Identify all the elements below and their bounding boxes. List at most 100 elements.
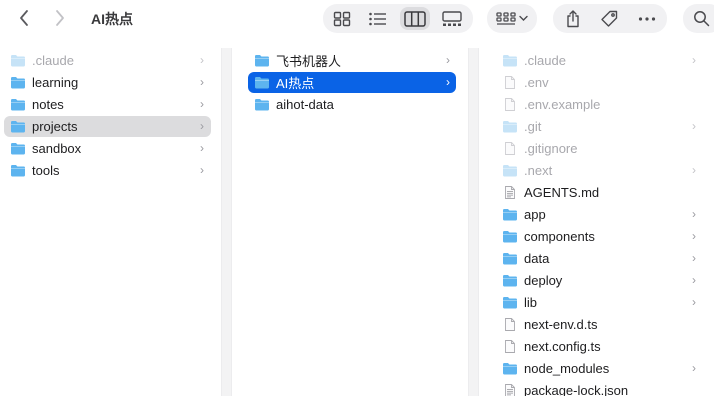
chevron-right-icon: › [692,251,696,265]
forward-button[interactable] [48,7,72,29]
list-item-next-config-ts[interactable]: next.config.ts [496,336,708,357]
list-item-label: .claude [524,53,566,68]
gallery-view-button[interactable] [437,7,467,30]
file-icon [502,318,518,331]
list-item-label: node_modules [524,361,610,376]
list-item-label: .env [524,75,549,90]
list-item-data[interactable]: data › [496,248,708,269]
folder-icon [502,296,518,309]
file-icon [502,142,518,155]
folder-icon [502,120,518,133]
list-item-label: projects [32,119,78,134]
grid-icon [333,11,351,26]
list-item-label: .env.example [524,97,601,112]
list-item-learning[interactable]: learning › [4,72,211,93]
list-view-button[interactable] [363,7,393,30]
columns-icon [404,10,426,27]
folder-icon [502,252,518,265]
list-item-lib[interactable]: lib › [496,292,708,313]
chevron-right-icon: › [200,97,204,111]
folder-icon [10,76,26,89]
folder-icon [10,54,26,67]
list-item-label: 飞书机器人 [276,54,342,69]
list-item-label: AI热点 [276,76,315,91]
folder-icon [502,230,518,243]
action-group [553,4,667,33]
group-by-button[interactable] [487,4,537,33]
list-item-env[interactable]: .env [496,72,708,93]
list-item-label: components [524,229,595,244]
view-mode-group [323,4,473,33]
tag-icon [601,10,618,27]
list-item-ai热点[interactable]: AI热点 › [248,72,456,93]
share-button[interactable] [561,7,585,30]
list-item-projects[interactable]: projects › [4,116,211,137]
tags-button[interactable] [597,7,621,30]
list-item-label: package-lock.json [524,383,629,396]
folder-icon [502,208,518,221]
search-icon [694,11,710,27]
chevron-right-icon [56,10,64,26]
folder-icon [254,98,270,111]
chevron-right-icon: › [692,207,696,221]
chevron-down-icon [519,15,528,21]
column-2: 飞书机器人 › AI热点 › aihot-data [244,38,460,396]
chevron-right-icon: › [692,273,696,287]
list-item-label: learning [32,75,79,90]
column-divider[interactable] [468,48,479,396]
list-item-label: .git [524,119,542,134]
list-item-sandbox[interactable]: sandbox › [4,138,211,159]
folder-icon [254,76,270,89]
list-item-label: aihot-data [276,97,334,112]
chevron-right-icon: › [692,229,696,243]
chevron-right-icon: › [200,119,204,133]
chevron-right-icon: › [200,75,204,89]
list-item-env-example[interactable]: .env.example [496,94,708,115]
window-title: AI热点 [91,11,133,27]
list-item-tools[interactable]: tools › [4,160,211,181]
list-item-next-env-d-ts[interactable]: next-env.d.ts [496,314,708,335]
group-icon [496,11,516,25]
list-item-package-lock-json[interactable]: package-lock.json [496,380,708,396]
list-item-notes[interactable]: notes › [4,94,211,115]
ellipsis-icon [638,16,656,21]
folder-icon [502,164,518,177]
more-button[interactable] [635,7,659,30]
list-item-label: tools [32,163,60,178]
chevron-right-icon: › [692,119,696,133]
icon-view-button[interactable] [327,7,357,30]
chevron-right-icon: › [692,295,696,309]
search-button[interactable] [683,4,714,33]
list-item-claude[interactable]: .claude › [4,50,211,71]
toolbar: AI热点 [0,0,714,38]
folder-icon [10,120,26,133]
file-icon [502,76,518,89]
list-item-agents-md[interactable]: AGENTS.md [496,182,708,203]
folder-icon [254,54,270,67]
list-item-label: sandbox [32,141,82,156]
list-item-components[interactable]: components › [496,226,708,247]
list-item-label: deploy [524,273,563,288]
list-item-label: notes [32,97,64,112]
column-view-button[interactable] [400,7,430,30]
list-item-label: AGENTS.md [524,185,600,200]
list-item-node-modules[interactable]: node_modules › [496,358,708,379]
list-item-claude[interactable]: .claude › [496,50,708,71]
list-item-app[interactable]: app › [496,204,708,225]
list-item-label: data [524,251,550,266]
column-divider[interactable] [221,48,232,396]
list-item-gitignore[interactable]: .gitignore [496,138,708,159]
column-1: .claude › learning › notes › projects › sandbox ›… [0,38,217,396]
list-item-aihot-data[interactable]: aihot-data [248,94,456,115]
document-icon [502,186,518,199]
chevron-right-icon: › [692,361,696,375]
list-item-next[interactable]: .next › [496,160,708,181]
list-item-飞书机器人[interactable]: 飞书机器人 › [248,50,456,71]
list-item-deploy[interactable]: deploy › [496,270,708,291]
chevron-left-icon [20,10,28,26]
list-item-label: app [524,207,546,222]
list-item-git[interactable]: .git › [496,116,708,137]
column-3: .claude › .env .env.example .git › .gitignore.… [492,38,714,396]
back-button[interactable] [12,7,36,29]
folder-icon [10,142,26,155]
